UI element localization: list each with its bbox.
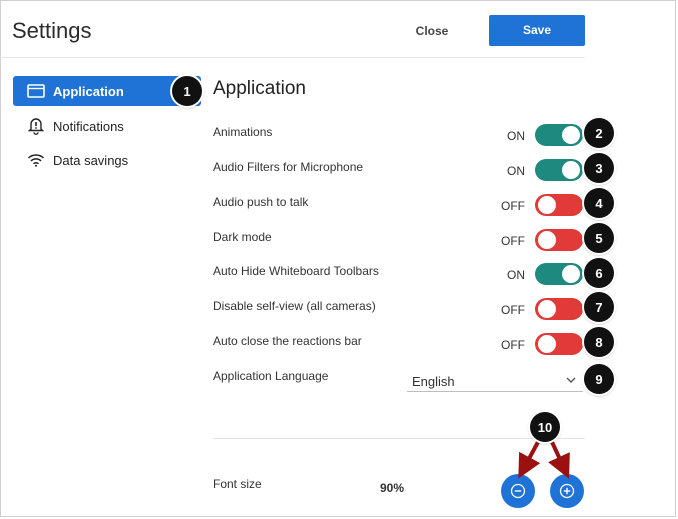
minus-circle-icon bbox=[510, 483, 526, 499]
setting-state-auto-close-reactions: OFF bbox=[501, 338, 525, 352]
setting-label-dark-mode: Dark mode bbox=[213, 230, 272, 244]
toggle-animations[interactable] bbox=[535, 124, 583, 146]
toggle-knob bbox=[538, 300, 556, 318]
setting-label-disable-self-view: Disable self-view (all cameras) bbox=[213, 299, 376, 313]
callout-badge: 1 bbox=[172, 76, 202, 106]
toggle-knob bbox=[562, 265, 580, 283]
chevron-down-icon bbox=[565, 372, 577, 390]
setting-state-disable-self-view: OFF bbox=[501, 303, 525, 317]
setting-state-audio-filters: ON bbox=[507, 164, 525, 178]
language-select[interactable]: English bbox=[407, 369, 583, 392]
font-decrease-button[interactable] bbox=[501, 474, 535, 508]
page-title: Settings bbox=[12, 18, 92, 43]
toggle-dark-mode[interactable] bbox=[535, 229, 583, 251]
font-size-value: 90% bbox=[380, 481, 405, 495]
toggle-knob bbox=[562, 161, 580, 179]
setting-state-dark-mode: OFF bbox=[501, 234, 525, 248]
sidebar-item-label: Application bbox=[53, 83, 124, 99]
alert-bell-icon bbox=[25, 117, 47, 135]
toggle-knob bbox=[538, 196, 556, 214]
font-size-label: Font size bbox=[213, 477, 262, 491]
setting-label-audio-filters: Audio Filters for Microphone bbox=[213, 160, 364, 174]
toggle-auto-close-reactions[interactable] bbox=[535, 333, 583, 355]
toggle-push-to-talk[interactable] bbox=[535, 194, 583, 216]
sidebar-item-label: Notifications bbox=[53, 118, 124, 134]
toggle-knob bbox=[538, 335, 556, 353]
language-label: Application Language bbox=[213, 369, 329, 383]
save-button[interactable]: Save bbox=[489, 15, 585, 46]
header-divider bbox=[0, 57, 585, 58]
callout-badge: 7 bbox=[584, 292, 614, 322]
sidebar-item-notifications[interactable]: Notifications bbox=[13, 111, 201, 141]
callout-badge: 5 bbox=[584, 223, 614, 253]
setting-label-animations: Animations bbox=[213, 125, 273, 139]
section-divider bbox=[213, 438, 585, 439]
window-icon bbox=[25, 82, 47, 100]
setting-state-push-to-talk: OFF bbox=[501, 199, 525, 213]
sidebar-item-label: Data savings bbox=[53, 152, 129, 168]
setting-label-push-to-talk: Audio push to talk bbox=[213, 195, 309, 209]
toggle-auto-hide-toolbars[interactable] bbox=[535, 263, 583, 285]
toggle-disable-self-view[interactable] bbox=[535, 298, 583, 320]
callout-badge: 4 bbox=[584, 188, 614, 218]
setting-state-auto-hide-toolbars: ON bbox=[507, 268, 525, 282]
language-value: English bbox=[412, 374, 455, 389]
setting-label-auto-close-reactions: Auto close the reactions bar bbox=[213, 334, 362, 348]
section-title: Application bbox=[213, 78, 306, 99]
callout-badge: 8 bbox=[584, 327, 614, 357]
font-increase-button[interactable] bbox=[550, 474, 584, 508]
sidebar-item-data-savings[interactable]: Data savings bbox=[13, 145, 201, 175]
close-button[interactable]: Close bbox=[400, 18, 464, 44]
callout-badge: 9 bbox=[584, 364, 614, 394]
toggle-knob bbox=[538, 231, 556, 249]
callout-badge: 3 bbox=[584, 153, 614, 183]
callout-badge: 2 bbox=[584, 118, 614, 148]
toggle-audio-filters[interactable] bbox=[535, 159, 583, 181]
callout-badge: 6 bbox=[584, 258, 614, 288]
setting-label-auto-hide-toolbars: Auto Hide Whiteboard Toolbars bbox=[213, 264, 379, 278]
wifi-icon bbox=[25, 151, 47, 169]
setting-state-animations: ON bbox=[507, 129, 525, 143]
toggle-knob bbox=[562, 126, 580, 144]
plus-circle-icon bbox=[559, 483, 575, 499]
callout-badge: 10 bbox=[530, 412, 560, 442]
